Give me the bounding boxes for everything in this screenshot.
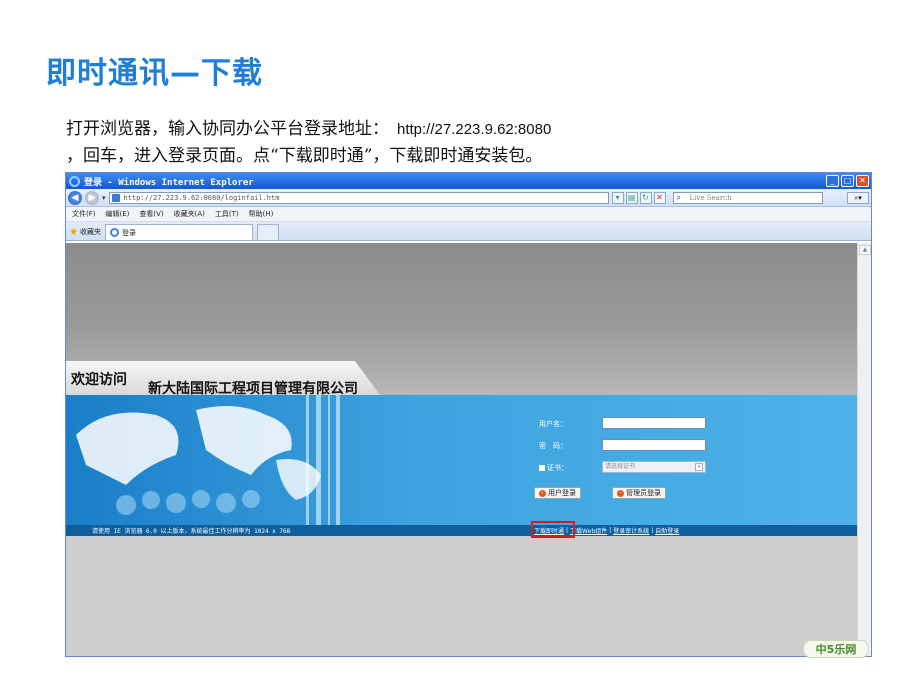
search-placeholder: Live Search [689, 193, 732, 202]
menu-favorites[interactable]: 收藏夹(A) [174, 209, 205, 219]
new-tab-button[interactable] [256, 224, 279, 240]
password-input[interactable] [602, 439, 706, 451]
history-dropdown-icon[interactable]: ▾ [102, 194, 106, 202]
cert-placeholder: 请选择证书 [605, 463, 636, 470]
cert-label: 证书： [547, 464, 568, 472]
menu-view[interactable]: 查看(V) [139, 209, 163, 219]
page-content: 欢迎访问 新大陆国际工程项目管理有限公司 用户名： 密 码： 证书： 请选择证书… [66, 243, 858, 656]
password-label: 密 码： [539, 442, 567, 450]
admin-login-label: 管理员登录 [626, 489, 661, 497]
slide: 即时通讯—下载 打开浏览器，输入协同办公平台登录地址： http://27.223… [0, 0, 920, 690]
ie-window: 登录 - Windows Internet Explorer _ □ ✕ ◀ ▶… [65, 172, 872, 657]
tab-login[interactable]: 登录 [104, 224, 253, 240]
intro-line-1-text: 打开浏览器，输入协同办公平台登录地址： [66, 119, 389, 139]
site-logo: 中5乐网 [803, 640, 869, 658]
download-highlight-box [531, 521, 575, 538]
download-web-component-link[interactable]: 下载Web组件 [570, 526, 607, 535]
intro-url: http://27.223.9.62:8080 [397, 121, 552, 138]
arrow-icon: › [617, 489, 624, 497]
forward-button[interactable]: ▶ [85, 190, 99, 205]
search-input[interactable]: ⌕ Live Search [672, 191, 823, 204]
ie-logo-icon [69, 175, 80, 187]
username-input[interactable] [602, 417, 706, 429]
chevron-down-icon: ▾ [695, 463, 703, 471]
star-icon: ★ [69, 226, 78, 238]
favorites-label: 收藏夹 [79, 228, 101, 236]
footer-strip: 请使用 IE 浏览器 6.0 以上版本，系统最佳工作分辨率为 1024 x 76… [66, 521, 858, 538]
menu-tools[interactable]: 工具(T) [215, 209, 239, 219]
arrow-icon: › [539, 489, 546, 497]
separator: | [609, 527, 612, 534]
footer-note: 请使用 IE 浏览器 6.0 以上版本，系统最佳工作分辨率为 1024 x 76… [92, 528, 291, 535]
address-bar: ◀ ▶ ▾ http://27.223.9.62:8080/loginfail.… [66, 189, 871, 207]
window-title: 登录 - Windows Internet Explorer [84, 177, 254, 188]
address-dropdown-icon[interactable]: ▾ [611, 191, 624, 204]
page-icon [111, 193, 120, 202]
separator: | [651, 527, 654, 534]
intro-text: 打开浏览器，输入协同办公平台登录地址： http://27.223.9.62:80… [66, 116, 551, 169]
refresh-icon[interactable]: ↻ [639, 191, 652, 204]
address-input[interactable]: http://27.223.9.62:8080/loginfail.htm [108, 191, 609, 204]
window-controls: _ □ ✕ [826, 175, 871, 187]
username-label: 用户名： [539, 420, 567, 428]
menu-file[interactable]: 文件(F) [72, 209, 96, 219]
back-button[interactable]: ◀ [68, 190, 82, 205]
search-logo-icon: ⌕ [676, 192, 681, 202]
slide-title: 即时通讯—下载 [46, 56, 263, 91]
menu-edit[interactable]: 编辑(E) [106, 209, 130, 219]
intro-line-2: ，回车，进入登录页面。点“下载即时通”，下载即时通安装包。 [66, 146, 543, 166]
search-icon[interactable]: ⌕▾ [847, 191, 869, 204]
world-map-graphic [76, 395, 340, 525]
address-tools: ▾ ▤ ↻ ✕ [611, 191, 666, 204]
close-icon[interactable]: ✕ [856, 175, 869, 187]
compat-icon[interactable]: ▤ [625, 191, 638, 204]
cert-checkbox[interactable] [539, 465, 545, 471]
user-login-label: 用户登录 [548, 489, 576, 497]
tab-label: 登录 [121, 228, 136, 237]
address-text: http://27.223.9.62:8080/loginfail.htm [123, 193, 280, 202]
ie-tab-icon [109, 228, 119, 237]
user-login-button[interactable]: › 用户登录 [534, 487, 581, 499]
scroll-up-icon[interactable]: ▲ [859, 245, 871, 255]
minimize-icon[interactable]: _ [826, 175, 839, 187]
maximize-icon[interactable]: □ [841, 175, 854, 187]
welcome-text: 欢迎访问 [71, 372, 127, 388]
cert-select[interactable]: 请选择证书 ▾ [602, 461, 706, 473]
menu-bar: 文件(F) 编辑(E) 查看(V) 收藏夹(A) 工具(T) 帮助(H) [66, 207, 871, 222]
intro-line-1: 打开浏览器，输入协同办公平台登录地址： http://27.223.9.62:80… [66, 116, 551, 143]
menu-help[interactable]: 帮助(H) [249, 209, 274, 219]
self-login-link[interactable]: 自助登录 [655, 526, 679, 535]
stop-icon[interactable]: ✕ [653, 191, 666, 204]
vertical-scrollbar[interactable]: ▲ [857, 243, 871, 656]
favorites-button[interactable]: ★ 收藏夹 [69, 224, 101, 240]
admin-login-button[interactable]: › 管理员登录 [612, 487, 666, 499]
tab-bar: ★ 收藏夹 登录 [66, 222, 871, 241]
audit-system-link[interactable]: 登录审计系统 [613, 526, 649, 535]
window-titlebar: 登录 - Windows Internet Explorer _ □ ✕ [66, 173, 871, 189]
